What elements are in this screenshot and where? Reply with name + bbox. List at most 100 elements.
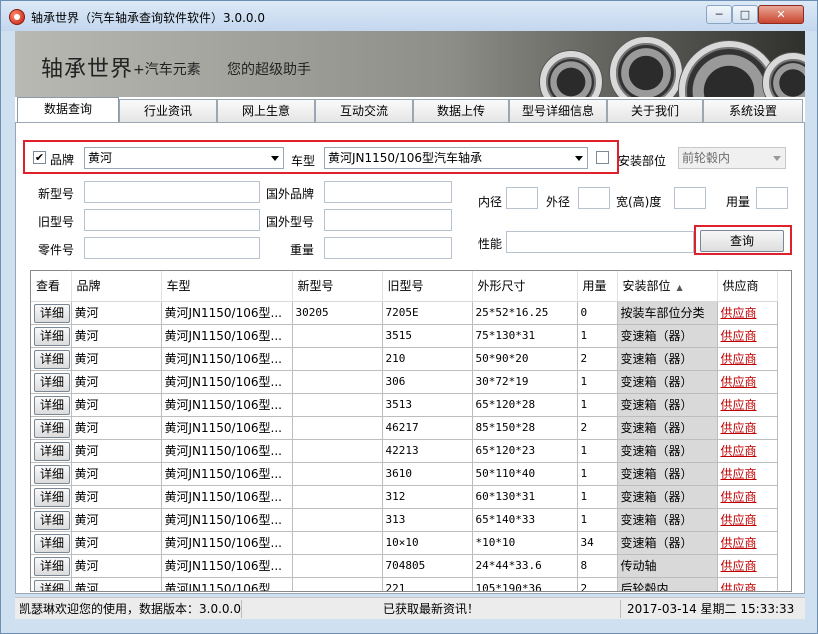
cell-supplier[interactable]: 供应商 (717, 462, 778, 486)
usage-input[interactable] (756, 187, 788, 209)
tab-model-details[interactable]: 型号详细信息 (509, 99, 607, 123)
foreign-model-input[interactable] (324, 209, 452, 231)
cell-supplier[interactable]: 供应商 (717, 416, 778, 440)
table-row[interactable]: 详细 黄河 黄河JN1150/106型... 3610 50*110*40 1 变速箱（器）… (31, 462, 778, 486)
title-bar[interactable]: 轴承世界（汽车轴承查询软件软件）3.0.0.0 ─ □ ✕ (1, 1, 817, 31)
table-row[interactable]: 详细 黄河 黄河JN1150/106型... 704805 24*44*33.6 8 传动轴… (31, 554, 778, 578)
cell-brand: 黄河 (71, 347, 162, 371)
detail-button[interactable]: 详细 (34, 418, 70, 438)
new-model-input[interactable] (84, 181, 260, 203)
table-cell: 详细 (31, 554, 72, 578)
tab-interaction[interactable]: 互动交流 (315, 99, 413, 123)
tab-data-upload[interactable]: 数据上传 (413, 99, 509, 123)
column-header-brand[interactable]: 品牌 (71, 271, 162, 302)
cell-usage: 0 (577, 301, 618, 325)
weight-label: 重量 (290, 243, 315, 257)
brand-checkbox[interactable]: ✔ (33, 151, 46, 164)
detail-button[interactable]: 详细 (34, 579, 70, 591)
cell-new-model: 30205 (292, 301, 383, 325)
detail-button[interactable]: 详细 (34, 464, 70, 484)
model-select[interactable]: 黄河JN1150/106型汽车轴承 (324, 147, 588, 169)
detail-button[interactable]: 详细 (34, 533, 70, 553)
table-row[interactable]: 详细 黄河 黄河JN1150/106型... 10×10 *10*10 34 变速箱（器）供… (31, 531, 778, 555)
outer-diameter-input[interactable] (578, 187, 610, 209)
cell-brand: 黄河 (71, 577, 162, 591)
column-header-dimensions[interactable]: 外形尺寸 (472, 271, 578, 302)
column-header-supplier[interactable]: 供应商 (717, 271, 778, 302)
performance-input[interactable] (506, 231, 694, 253)
foreign-brand-input[interactable] (324, 181, 452, 203)
main-window: 轴承世界（汽车轴承查询软件软件）3.0.0.0 ─ □ ✕ 轴承世界 +汽车元素… (0, 0, 818, 634)
tab-settings[interactable]: 系统设置 (703, 99, 803, 123)
cell-supplier[interactable]: 供应商 (717, 554, 778, 578)
cell-brand: 黄河 (71, 485, 162, 509)
column-header-usage[interactable]: 用量 (577, 271, 618, 302)
cell-supplier[interactable]: 供应商 (717, 439, 778, 463)
table-row[interactable]: 详细 黄河 黄河JN1150/106型... 3513 65*120*28 1 变速箱（器）… (31, 393, 778, 417)
detail-button[interactable]: 详细 (34, 326, 70, 346)
install-position-checkbox[interactable] (596, 151, 609, 164)
part-number-input[interactable] (84, 237, 260, 259)
table-row[interactable]: 详细 黄河 黄河JN1150/106型... 210 50*90*20 2 变速箱（器） 供应… (31, 347, 778, 371)
table-row[interactable]: 详细 黄河 黄河JN1150/106型... 3515 75*130*31 1 变速箱（器）… (31, 324, 778, 348)
part-number-label: 零件号 (38, 243, 75, 257)
weight-input[interactable] (324, 237, 452, 259)
query-button[interactable]: 查询 (700, 230, 784, 252)
table-row[interactable]: 详细 黄河 黄河JN1150/106型... 313 65*140*33 1 变速箱（器）供… (31, 508, 778, 532)
cell-dimensions: 105*190*36 (472, 577, 578, 591)
close-button[interactable]: ✕ (758, 5, 804, 24)
tab-data-query[interactable]: 数据查询 (17, 97, 119, 123)
cell-model: 黄河JN1150/106型... (161, 577, 293, 591)
detail-button[interactable]: 详细 (34, 487, 70, 507)
column-header-old-model[interactable]: 旧型号 (382, 271, 473, 302)
cell-supplier[interactable]: 供应商 (717, 531, 778, 555)
table-row[interactable]: 详细 黄河 黄河JN1150/106型... 306 30*72*19 1 变速箱（器） 供应… (31, 370, 778, 394)
detail-button[interactable]: 详细 (34, 556, 70, 576)
cell-supplier[interactable]: 供应商 (717, 393, 778, 417)
cell-usage: 2 (577, 577, 618, 591)
detail-button[interactable]: 详细 (34, 395, 70, 415)
cell-brand: 黄河 (71, 416, 162, 440)
inner-diameter-input[interactable] (506, 187, 538, 209)
column-header-install-position[interactable]: 安装部位 ▲ (617, 271, 718, 302)
new-model-label: 新型号 (38, 187, 75, 201)
cell-brand: 黄河 (71, 508, 162, 532)
install-position-select[interactable]: 前轮毂内 (678, 147, 786, 169)
old-model-input[interactable] (84, 209, 260, 231)
tab-industry-news[interactable]: 行业资讯 (119, 99, 217, 123)
table-row[interactable]: 详细 黄河 黄河JN1150/106型... 30205 7205E 25*52*16.2… (31, 301, 778, 325)
status-welcome: 凯瑟琳欢迎您的使用，数据版本：3.0.0.0 (19, 602, 241, 616)
cell-install-position: 后轮毂内 (617, 577, 718, 591)
detail-button[interactable]: 详细 (34, 303, 70, 323)
table-row[interactable]: 详细 黄河 黄河JN1150/106型... 312 60*130*31 1 变速箱（器）供… (31, 485, 778, 509)
minimize-button[interactable]: ─ (706, 5, 732, 24)
cell-model: 黄河JN1150/106型... (161, 393, 293, 417)
cell-supplier[interactable]: 供应商 (717, 508, 778, 532)
table-row[interactable]: 详细 黄河 黄河JN1150/106型... 42213 65*120*23 1 变速箱（器… (31, 439, 778, 463)
cell-supplier[interactable]: 供应商 (717, 485, 778, 509)
cell-usage: 2 (577, 416, 618, 440)
brand-select[interactable]: 黄河 (84, 147, 284, 169)
cell-install-position: 变速箱（器） (617, 347, 718, 371)
table-row[interactable]: 详细 黄河 黄河JN1150/106型... 221 105*190*36 2 后轮毂内 供应… (31, 577, 778, 591)
detail-button[interactable]: 详细 (34, 372, 70, 392)
cell-supplier[interactable]: 供应商 (717, 347, 778, 371)
cell-supplier[interactable]: 供应商 (717, 370, 778, 394)
column-header-view[interactable]: 查看 (31, 271, 72, 302)
cell-install-position: 变速箱（器） (617, 439, 718, 463)
cell-supplier[interactable]: 供应商 (717, 301, 778, 325)
column-header-new-model[interactable]: 新型号 (292, 271, 383, 302)
detail-button[interactable]: 详细 (34, 441, 70, 461)
tab-about-us[interactable]: 关于我们 (607, 99, 703, 123)
cell-supplier[interactable]: 供应商 (717, 324, 778, 348)
detail-button[interactable]: 详细 (34, 349, 70, 369)
column-header-model[interactable]: 车型 (161, 271, 293, 302)
bearing-image (540, 51, 602, 97)
table-row[interactable]: 详细 黄河 黄河JN1150/106型... 46217 85*150*28 2 变速箱（器… (31, 416, 778, 440)
detail-button[interactable]: 详细 (34, 510, 70, 530)
cell-model: 黄河JN1150/106型... (161, 347, 293, 371)
width-input[interactable] (674, 187, 706, 209)
cell-supplier[interactable]: 供应商 (717, 577, 778, 591)
maximize-button[interactable]: □ (732, 5, 758, 24)
tab-online-business[interactable]: 网上生意 (217, 99, 315, 123)
